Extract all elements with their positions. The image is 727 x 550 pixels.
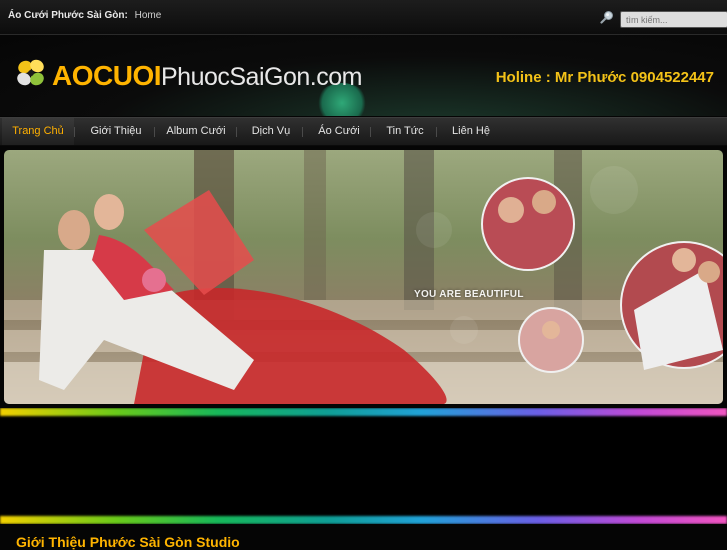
main-nav: Trang Chủ Giới Thiệu Album Cưới Dịch Vụ … bbox=[0, 117, 727, 146]
strip-bottom-gradient bbox=[0, 516, 727, 524]
logo-text-bold: AOCUOI bbox=[52, 60, 162, 91]
nav-item-album-cuoi[interactable]: Album Cưới bbox=[160, 118, 232, 145]
top-bar: Áo Cưới Phước Sài Gòn: Home bbox=[0, 0, 727, 35]
nav-separator bbox=[236, 127, 237, 137]
banner-artwork bbox=[4, 150, 723, 404]
breadcrumb-site-name: Áo Cưới Phước Sài Gòn: bbox=[8, 10, 128, 21]
flower-logo-icon[interactable] bbox=[14, 57, 48, 89]
nav-separator bbox=[370, 127, 371, 137]
logo-text-thin: PhuocSaiGon.com bbox=[161, 63, 362, 91]
color-strip bbox=[0, 408, 727, 524]
strip-top-gradient bbox=[0, 408, 727, 416]
nav-item-lien-he[interactable]: Liên Hệ bbox=[440, 118, 502, 145]
nav-item-tin-tuc[interactable]: Tin Tức bbox=[374, 118, 436, 145]
nav-item-trang-chu[interactable]: Trang Chủ bbox=[2, 118, 74, 145]
nav-separator bbox=[436, 127, 437, 137]
search-input[interactable] bbox=[620, 11, 727, 28]
nav-item-ao-cuoi[interactable]: Áo Cưới bbox=[308, 118, 370, 145]
breadcrumb-home-link[interactable]: Home bbox=[135, 10, 162, 21]
hotline-text: Holine : Mr Phước 0904522447 bbox=[495, 69, 714, 86]
search-icon[interactable] bbox=[600, 10, 614, 24]
nav-separator bbox=[302, 127, 303, 137]
breadcrumb: Áo Cưới Phước Sài Gòn: Home bbox=[8, 10, 161, 21]
section-title: Giới Thiệu Phước Sài Gòn Studio bbox=[16, 534, 240, 550]
nav-separator bbox=[74, 127, 75, 137]
banner-tagline: YOU ARE BEAUTIFUL bbox=[414, 289, 524, 300]
hero-banner[interactable]: YOU ARE BEAUTIFUL bbox=[4, 150, 723, 404]
site-logo[interactable]: AOCUOIPhuocSaiGon.com bbox=[52, 61, 362, 92]
nav-item-dich-vu[interactable]: Dịch Vụ bbox=[240, 118, 302, 145]
site-header: AOCUOIPhuocSaiGon.com Holine : Mr Phước … bbox=[0, 35, 727, 116]
nav-item-gioi-thieu[interactable]: Giới Thiệu bbox=[80, 118, 152, 145]
nav-separator bbox=[154, 127, 155, 137]
